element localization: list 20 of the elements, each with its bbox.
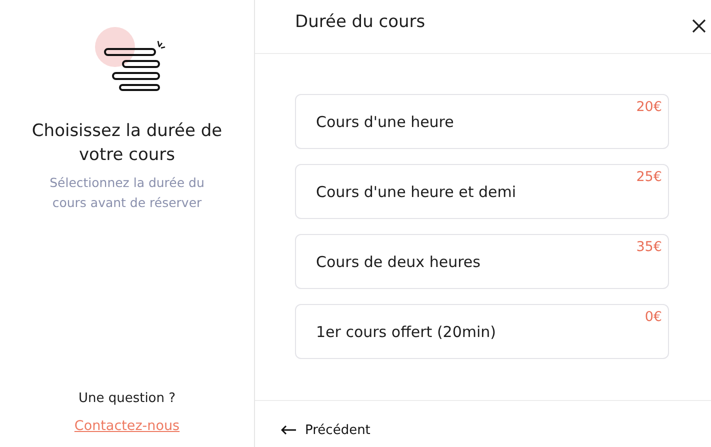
close-icon[interactable]	[692, 18, 706, 32]
dialog-title: Durée du cours	[295, 12, 426, 32]
sidebar-subtext: Sélectionnez la durée du cours avant de réserver	[48, 174, 206, 212]
option-price: 25€	[636, 169, 662, 185]
option-price: 0€	[644, 309, 662, 325]
duration-option[interactable]: 1er cours offert (20min) 0€	[295, 304, 669, 359]
option-price: 35€	[636, 239, 662, 255]
option-label: Cours d'une heure	[316, 112, 454, 130]
back-button[interactable]: Précédent	[277, 418, 374, 442]
sidebar-heading: Choisissez la durée de votre cours	[30, 120, 224, 167]
duration-option[interactable]: Cours de deux heures 35€	[295, 234, 669, 289]
option-label: Cours d'une heure et demi	[316, 182, 516, 200]
duration-option[interactable]: Cours d'une heure et demi 25€	[295, 164, 669, 219]
option-label: 1er cours offert (20min)	[316, 322, 496, 340]
duration-option[interactable]: Cours d'une heure 20€	[295, 94, 669, 149]
stairs-illustration	[95, 27, 167, 91]
option-label: Cours de deux heures	[316, 252, 480, 270]
option-price: 20€	[636, 99, 662, 115]
question-label: Une question ?	[78, 390, 176, 408]
left-arrow-icon	[281, 425, 297, 435]
